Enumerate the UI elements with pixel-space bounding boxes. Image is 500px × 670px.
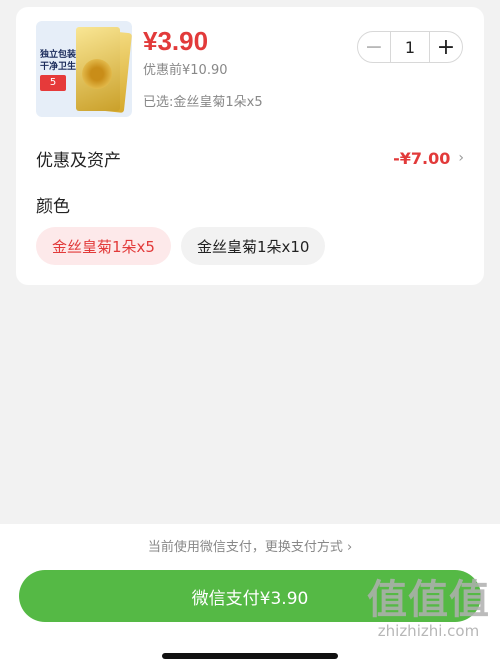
- home-indicator: [162, 653, 338, 659]
- increment-button[interactable]: +: [430, 32, 462, 62]
- product-price: ¥3.90: [143, 26, 209, 56]
- watermark-site: zhizhizhi.com: [377, 622, 480, 640]
- thumbnail-badge: 5: [40, 75, 66, 91]
- chrysanthemum-icon: [82, 59, 112, 89]
- discount-row[interactable]: 优惠及资产 -¥7.00 ›: [36, 145, 464, 171]
- quantity-value[interactable]: 1: [390, 32, 430, 62]
- color-options: 金丝皇菊1朵x5 金丝皇菊1朵x10: [36, 227, 326, 265]
- decrement-button[interactable]: −: [358, 32, 390, 62]
- color-label: 颜色: [36, 197, 70, 217]
- change-payment-method-link[interactable]: 当前使用微信支付，更换支付方式 ›: [0, 538, 500, 558]
- watermark-main: 值值值: [367, 577, 490, 623]
- original-price: 优惠前¥10.90: [143, 63, 228, 78]
- selected-variant: 已选:金丝皇菊1朵x5: [143, 95, 263, 110]
- quantity-stepper[interactable]: − 1 +: [357, 31, 463, 63]
- plus-icon: +: [436, 34, 456, 60]
- product-card: 独立包装干净卫生 5 ¥3.90 优惠前¥10.90 已选:金丝皇菊1朵x5 −…: [16, 7, 484, 285]
- color-option-selected[interactable]: 金丝皇菊1朵x5: [36, 227, 171, 265]
- discount-amount: -¥7.00: [393, 148, 451, 168]
- discount-value-group[interactable]: -¥7.00 ›: [393, 149, 464, 168]
- watermark-logo: 值值值 zhizhizhi.com: [367, 578, 490, 640]
- discount-label: 优惠及资产: [36, 150, 121, 171]
- chevron-right-icon: ›: [458, 150, 464, 166]
- product-thumbnail: 独立包装干净卫生 5: [36, 21, 132, 117]
- minus-icon: −: [364, 34, 384, 60]
- thumbnail-tag-text: 独立包装干净卫生: [39, 50, 76, 72]
- color-option[interactable]: 金丝皇菊1朵x10: [180, 227, 326, 265]
